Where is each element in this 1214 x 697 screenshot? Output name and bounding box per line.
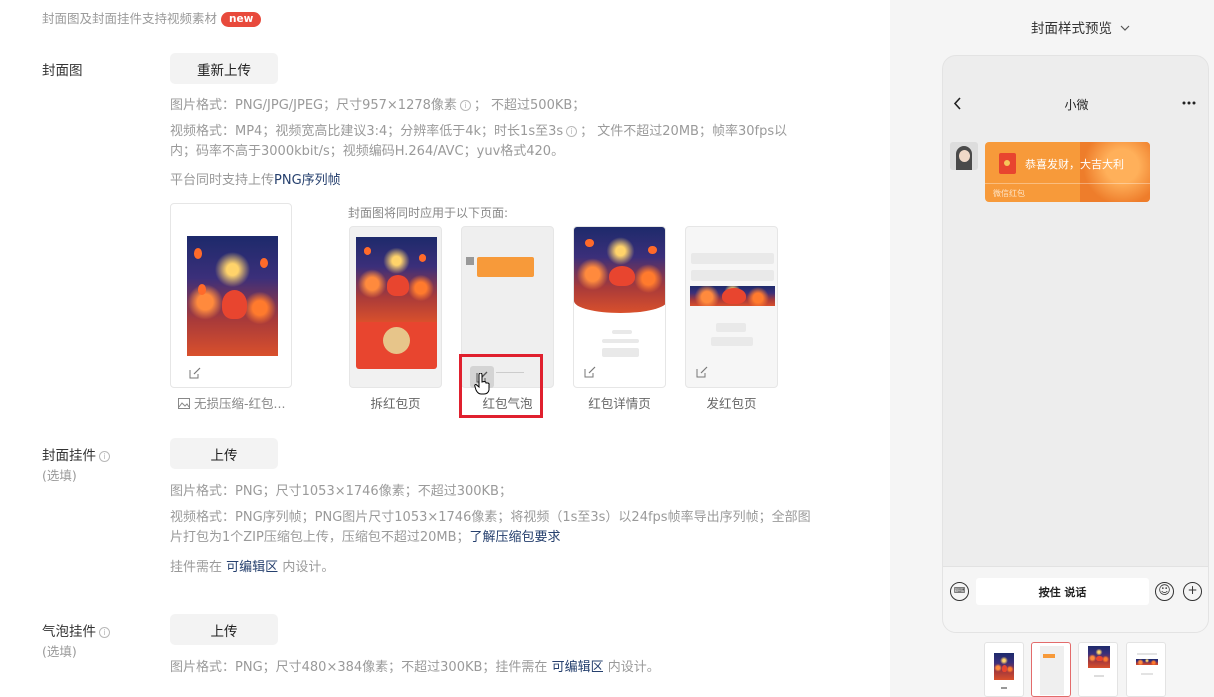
preview-title: 封面样式预览: [1031, 21, 1112, 37]
uploaded-cover-card[interactable]: [170, 203, 292, 388]
png-sequence-note: 平台同时支持上传PNG序列帧: [170, 169, 341, 188]
file-name: 无损压缩-红包...: [193, 396, 286, 411]
hold-to-talk-button[interactable]: 按住 说话: [976, 578, 1149, 605]
pendant-video-spec: 视频格式：PNG序列帧；PNG图片尺寸1053×1746像素；将视频（1s至3s…: [170, 508, 870, 548]
mini-thumb-open[interactable]: [984, 642, 1024, 697]
edit-icon[interactable]: [696, 366, 708, 378]
preview-style-dropdown[interactable]: 封面样式预览: [1031, 17, 1130, 37]
preview-detail[interactable]: [573, 226, 666, 388]
redpacket-icon: [999, 153, 1016, 174]
pendant-design-suffix: 内设计。: [282, 560, 335, 575]
video-support-note: 封面图及封面挂件支持视频素材 new: [42, 8, 262, 27]
file-name-row: 无损压缩-红包...: [178, 393, 285, 412]
page-label-detail: 红包详情页: [588, 396, 651, 411]
apply-note: 封面图将同时应用于以下页面:: [348, 206, 509, 220]
cover-poster-image: [187, 236, 278, 356]
send-cover-strip: [690, 286, 775, 306]
mini-poster: [1088, 646, 1110, 668]
info-icon[interactable]: i: [459, 100, 471, 111]
page-label-open: 拆红包页: [370, 396, 421, 411]
cover-image-spec-text: 图片格式：PNG/JPG/JPEG；尺寸957×1278像素: [170, 98, 457, 113]
page-label-send: 发红包页: [706, 396, 757, 411]
settings-panel: 封面图及封面挂件支持视频素材 new 封面图 重新上传 图片格式：PNG/JPG/…: [0, 0, 890, 697]
edit-icon[interactable]: [189, 367, 201, 379]
bubble-editable-area-link[interactable]: 可编辑区: [552, 660, 604, 675]
pendant-image-spec: 图片格式：PNG；尺寸1053×1746像素；不超过300KB；: [170, 484, 512, 499]
highlight-box: [459, 354, 543, 418]
bubble-greeting: 恭喜发财，大吉大利: [1025, 158, 1124, 171]
edit-icon[interactable]: [584, 366, 596, 378]
info-icon[interactable]: i: [99, 627, 110, 638]
mini-thumb-send[interactable]: [1126, 642, 1166, 697]
chevron-down-icon: [1120, 25, 1130, 31]
cover-video-spec-1b: ； 文件不超过20MB；帧率30fps以: [580, 124, 788, 139]
cover-image-spec: 图片格式：PNG/JPG/JPEG；尺寸957×1278像素 i； 不超过500K…: [170, 94, 585, 113]
cover-video-spec: 视频格式：MP4；视频宽高比建议3:4；分辨率低于4k；时长1s至3s i； 文件…: [170, 122, 860, 162]
preview-panel: 封面样式预览 小微 恭喜发财，大吉大利 微信红包 ⌨ 按住 说话 ☺ +: [890, 0, 1214, 697]
pendant-video-spec-2: 片打包为1个ZIP压缩包上传，压缩包不超过20MB；: [170, 530, 470, 545]
plus-icon[interactable]: +: [1183, 582, 1202, 601]
image-icon: [178, 398, 190, 409]
bubble-label: 气泡挂件 i: [42, 620, 113, 640]
bubble-optional: (选填): [42, 644, 77, 659]
mini-thumb-bubble[interactable]: [1031, 642, 1071, 697]
video-support-text: 封面图及封面挂件支持视频素材: [42, 11, 218, 26]
bubble-label-text: 气泡挂件: [42, 624, 96, 640]
mini-poster: [1136, 659, 1158, 665]
avatar: [950, 142, 978, 170]
png-sequence-link[interactable]: PNG序列帧: [274, 173, 341, 188]
bubble-spec: 图片格式：PNG；尺寸480×384像素；不超过300KB；挂件需在 可编辑区 …: [170, 656, 660, 675]
voice-icon[interactable]: ⌨: [950, 582, 969, 601]
cover-video-spec-1a: 视频格式：MP4；视频宽高比建议3:4；分辨率低于4k；时长1s至3s: [170, 124, 564, 139]
bubble-upload-button[interactable]: 上传: [170, 614, 278, 645]
preview-send[interactable]: [685, 226, 778, 388]
pendant-design-note: 挂件需在 可编辑区 内设计。: [170, 556, 334, 575]
bubble-spec-suffix: 内设计。: [607, 660, 660, 675]
zip-requirement-link[interactable]: 了解压缩包要求: [470, 530, 561, 545]
png-sequence-prefix: 平台同时支持上传: [170, 173, 275, 188]
mini-thumb-detail[interactable]: [1078, 642, 1118, 697]
pendant-optional: (选填): [42, 468, 77, 483]
reupload-button[interactable]: 重新上传: [170, 53, 278, 84]
new-badge: new: [221, 12, 262, 27]
emoji-icon[interactable]: ☺: [1155, 582, 1174, 601]
redpacket-poster: [356, 237, 437, 322]
editable-area-link[interactable]: 可编辑区: [226, 560, 278, 575]
info-icon[interactable]: i: [566, 126, 578, 137]
mini-poster: [994, 653, 1014, 680]
open-coin: [383, 327, 410, 354]
redpacket-bubble[interactable]: 恭喜发财，大吉大利 微信红包: [985, 142, 1150, 202]
phone-preview: 小微 恭喜发财，大吉大利 微信红包 ⌨ 按住 说话 ☺ +: [942, 55, 1209, 633]
chat-name: 小微: [1064, 98, 1089, 112]
info-icon[interactable]: i: [99, 451, 110, 462]
cover-image-spec-tail: ； 不超过500KB；: [473, 98, 586, 113]
bubble-footer: 微信红包: [993, 189, 1025, 198]
detail-poster: [574, 227, 665, 313]
preview-open-redpacket[interactable]: [349, 226, 442, 388]
mini-bubble: [477, 257, 534, 277]
more-icon[interactable]: [1182, 101, 1196, 105]
pendant-video-spec-1: 视频格式：PNG序列帧；PNG图片尺寸1053×1746像素；将视频（1s至3s…: [170, 510, 811, 525]
pendant-upload-button[interactable]: 上传: [170, 438, 278, 469]
bubble-spec-prefix: 图片格式：PNG；尺寸480×384像素；不超过300KB；挂件需在: [170, 660, 548, 675]
mini-avatar: [466, 257, 474, 265]
pendant-design-prefix: 挂件需在: [170, 560, 223, 575]
pendant-label: 封面挂件 i: [42, 444, 113, 464]
pendant-label-text: 封面挂件: [42, 448, 96, 464]
cover-video-spec-2: 内；码率不高于3000kbit/s；视频编码H.264/AVC；yuv格式420…: [170, 144, 565, 159]
cover-label: 封面图: [42, 63, 83, 79]
bubble-art: [1080, 142, 1150, 202]
